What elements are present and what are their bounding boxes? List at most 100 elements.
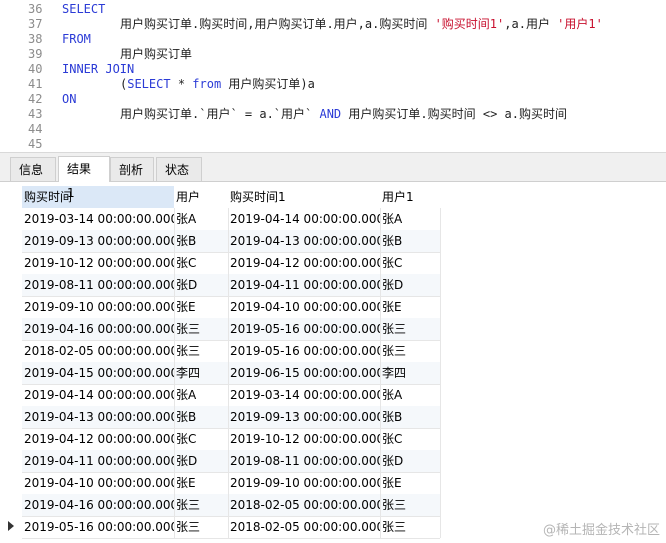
table-row[interactable]: 2019-04-16 00:00:00.0000 张三 2018-02-05 00:… [0, 494, 666, 517]
cell-purchase-time-1[interactable]: 2019-05-16 00:00:00.0000 [228, 318, 380, 340]
cell-purchase-time[interactable]: 2019-04-10 00:00:00.0000 [22, 472, 174, 494]
cell-purchase-time-1[interactable]: 2019-09-13 00:00:00.0000 [228, 406, 380, 428]
cell-user[interactable]: 张E [174, 296, 228, 318]
cell-purchase-time-1[interactable]: 2019-04-14 00:00:00.0000 [228, 208, 380, 230]
column-divider [228, 450, 229, 472]
cell-user-1[interactable]: 李四 [380, 362, 440, 384]
cell-user[interactable]: 张三 [174, 318, 228, 340]
cell-user-1[interactable]: 张B [380, 230, 440, 252]
cell-purchase-time[interactable]: 2019-10-12 00:00:00.0000 [22, 252, 174, 274]
tab-profile[interactable]: 剖析 [110, 157, 154, 181]
cell-purchase-time[interactable]: 2019-09-10 00:00:00.0000 [22, 296, 174, 318]
cell-purchase-time-1[interactable]: 2019-04-10 00:00:00.0000 [228, 296, 380, 318]
cell-user[interactable]: 李四 [174, 362, 228, 384]
table-row[interactable]: 2019-08-11 00:00:00.0000 张D 2019-04-11 00:… [0, 274, 666, 297]
cell-user-1[interactable]: 张A [380, 384, 440, 406]
cell-purchase-time-1[interactable]: 2018-02-05 00:00:00.0000 [228, 516, 380, 538]
sql-keyword: SELECT [62, 2, 106, 16]
column-divider [440, 362, 441, 384]
cell-purchase-time-1[interactable]: 2019-04-11 00:00:00.0000 [228, 274, 380, 296]
table-row[interactable]: 2019-09-10 00:00:00.0000 张E 2019-04-10 00:… [0, 296, 666, 319]
cell-user-1[interactable]: 张三 [380, 494, 440, 516]
cell-purchase-time[interactable]: 2019-04-15 00:00:00.0000 [22, 362, 174, 384]
tab-result-1[interactable]: 结果 1 [58, 156, 110, 200]
row-cells: 2019-04-11 00:00:00.0000 张D 2019-08-11 00:… [22, 450, 441, 473]
code-text: 用户购买订单.`用户` = a.`用户` AND 用户购买订单.购买时间 <> … [120, 107, 567, 122]
cell-user-1[interactable]: 张D [380, 274, 440, 296]
column-divider [174, 252, 175, 274]
row-cells: 2019-04-10 00:00:00.0000 张E 2019-09-10 00:… [22, 472, 441, 495]
cell-purchase-time-1[interactable]: 2019-09-10 00:00:00.0000 [228, 472, 380, 494]
cell-purchase-time-1[interactable]: 2019-05-16 00:00:00.0000 [228, 340, 380, 362]
tab-info[interactable]: 信息 [10, 157, 56, 181]
cell-user[interactable]: 张E [174, 472, 228, 494]
cell-user-1[interactable]: 张三 [380, 516, 440, 538]
column-header-purchase-time[interactable]: 购买时间 [22, 186, 174, 208]
sql-editor[interactable]: 36 SELECT 37 用户购买订单.购买时间,用户购买订单.用户,a.购买时间 '… [0, 0, 666, 152]
cell-purchase-time[interactable]: 2019-04-14 00:00:00.0000 [22, 384, 174, 406]
cell-user[interactable]: 张A [174, 384, 228, 406]
column-divider [440, 252, 441, 274]
line-number: 40 [28, 62, 43, 76]
cell-user[interactable]: 张C [174, 428, 228, 450]
row-cells: 2018-02-05 00:00:00.0000 张三 2019-05-16 00:… [22, 340, 441, 363]
cell-user[interactable]: 张D [174, 274, 228, 296]
table-row[interactable]: 2019-04-10 00:00:00.0000 张E 2019-09-10 00:… [0, 472, 666, 495]
line-number: 38 [28, 32, 43, 46]
cell-user[interactable]: 张三 [174, 516, 228, 538]
cell-user-1[interactable]: 张三 [380, 340, 440, 362]
line-number: 37 [28, 17, 43, 31]
cell-purchase-time[interactable]: 2019-08-11 00:00:00.0000 [22, 274, 174, 296]
column-header-user-1[interactable]: 用户1 [380, 186, 440, 208]
cell-purchase-time[interactable]: 2019-04-13 00:00:00.0000 [22, 406, 174, 428]
cell-purchase-time[interactable]: 2019-03-14 00:00:00.0000 [22, 208, 174, 230]
table-row[interactable]: 2019-04-14 00:00:00.0000 张A 2019-03-14 00:… [0, 384, 666, 407]
cell-purchase-time[interactable]: 2019-04-11 00:00:00.0000 [22, 450, 174, 472]
table-row[interactable]: 2019-09-13 00:00:00.0000 张B 2019-04-13 00:… [0, 230, 666, 253]
table-row[interactable]: 2019-04-12 00:00:00.0000 张C 2019-10-12 00:… [0, 428, 666, 451]
cell-purchase-time[interactable]: 2019-09-13 00:00:00.0000 [22, 230, 174, 252]
cell-user-1[interactable]: 张C [380, 252, 440, 274]
cell-user[interactable]: 张三 [174, 494, 228, 516]
cell-user[interactable]: 张三 [174, 340, 228, 362]
cell-purchase-time-1[interactable]: 2018-02-05 00:00:00.0000 [228, 494, 380, 516]
cell-user[interactable]: 张D [174, 450, 228, 472]
column-header-user[interactable]: 用户 [174, 186, 228, 208]
cell-purchase-time-1[interactable]: 2019-04-12 00:00:00.0000 [228, 252, 380, 274]
cell-user[interactable]: 张B [174, 406, 228, 428]
result-grid[interactable]: 购买时间 用户 购买时间1 用户1 2019-03-14 00:00:00.00… [0, 181, 666, 543]
table-row[interactable]: 2018-02-05 00:00:00.0000 张三 2019-05-16 00:… [0, 340, 666, 363]
column-header-purchase-time-1[interactable]: 购买时间1 [228, 186, 380, 208]
table-row[interactable]: 2019-04-11 00:00:00.0000 张D 2019-08-11 00:… [0, 450, 666, 473]
cell-user[interactable]: 张C [174, 252, 228, 274]
cell-user-1[interactable]: 张C [380, 428, 440, 450]
cell-user[interactable]: 张B [174, 230, 228, 252]
column-divider [228, 516, 229, 538]
cell-user-1[interactable]: 张B [380, 406, 440, 428]
cell-purchase-time[interactable]: 2019-04-16 00:00:00.0000 [22, 494, 174, 516]
column-divider [228, 406, 229, 428]
cell-user-1[interactable]: 张E [380, 472, 440, 494]
table-row[interactable]: 2019-03-14 00:00:00.0000 张A 2019-04-14 00:… [0, 208, 666, 231]
table-row[interactable]: 2019-04-16 00:00:00.0000 张三 2019-05-16 00:… [0, 318, 666, 341]
cell-purchase-time-1[interactable]: 2019-04-13 00:00:00.0000 [228, 230, 380, 252]
cell-user-1[interactable]: 张A [380, 208, 440, 230]
cell-user-1[interactable]: 张三 [380, 318, 440, 340]
row-cells: 2019-05-16 00:00:00.0000 张三 2018-02-05 00:… [22, 516, 441, 539]
cell-purchase-time[interactable]: 2018-02-05 00:00:00.0000 [22, 340, 174, 362]
cell-purchase-time-1[interactable]: 2019-08-11 00:00:00.0000 [228, 450, 380, 472]
table-row[interactable]: 2019-04-15 00:00:00.0000 李四 2019-06-15 00:… [0, 362, 666, 385]
cell-purchase-time[interactable]: 2019-04-16 00:00:00.0000 [22, 318, 174, 340]
cell-user-1[interactable]: 张D [380, 450, 440, 472]
table-row[interactable]: 2019-10-12 00:00:00.0000 张C 2019-04-12 00:… [0, 252, 666, 275]
cell-purchase-time-1[interactable]: 2019-03-14 00:00:00.0000 [228, 384, 380, 406]
grid-header: 购买时间 用户 购买时间1 用户1 [22, 186, 440, 208]
cell-purchase-time[interactable]: 2019-05-16 00:00:00.0000 [22, 516, 174, 538]
cell-user[interactable]: 张A [174, 208, 228, 230]
cell-purchase-time[interactable]: 2019-04-12 00:00:00.0000 [22, 428, 174, 450]
cell-purchase-time-1[interactable]: 2019-10-12 00:00:00.0000 [228, 428, 380, 450]
tab-status[interactable]: 状态 [156, 157, 202, 181]
cell-purchase-time-1[interactable]: 2019-06-15 00:00:00.0000 [228, 362, 380, 384]
cell-user-1[interactable]: 张E [380, 296, 440, 318]
table-row[interactable]: 2019-04-13 00:00:00.0000 张B 2019-09-13 00:… [0, 406, 666, 429]
